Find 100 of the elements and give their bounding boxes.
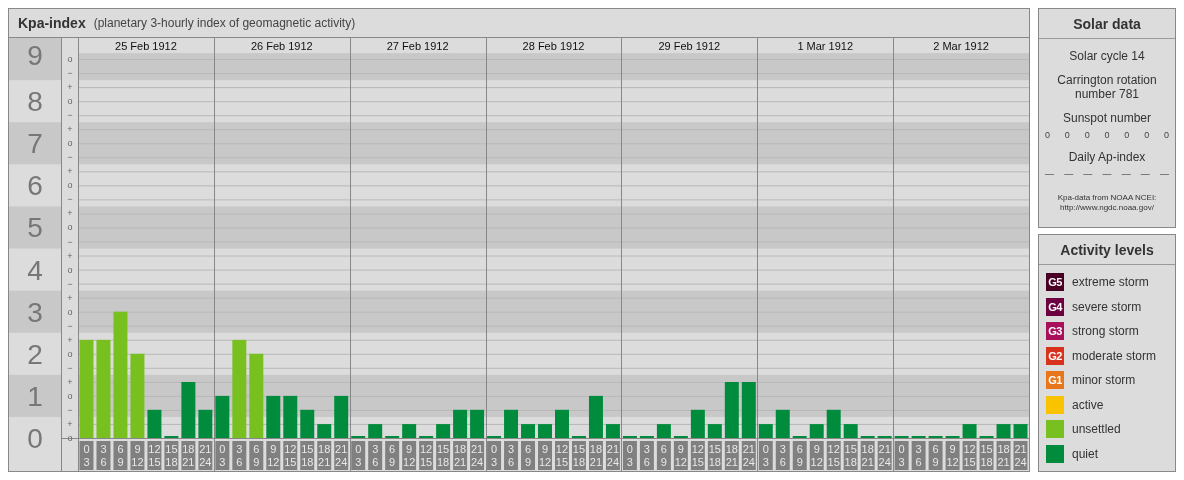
- hour-label: 3 6: [911, 441, 926, 470]
- sublevel-mark: +: [67, 82, 73, 93]
- sunspot-label: Sunspot number: [1062, 111, 1152, 125]
- hour-label: 9 12: [538, 441, 552, 470]
- ap-value: —: [1083, 169, 1093, 179]
- hour-label: 18 21: [453, 441, 468, 470]
- panel-title: Activity levels: [1039, 235, 1175, 265]
- x-tick-label: 3 6: [236, 443, 243, 468]
- panel-title: Solar data: [1039, 9, 1175, 39]
- level-band: [9, 38, 61, 81]
- ap-value: —: [1064, 169, 1074, 179]
- sunspot-value: 0: [1163, 130, 1169, 140]
- level-label: 1: [27, 380, 43, 412]
- ap-value: —: [1121, 169, 1131, 179]
- ap-value: —: [1159, 169, 1169, 179]
- sublevel-mark: o: [67, 222, 73, 233]
- hour-label: 6 9: [928, 441, 943, 470]
- sunspot-value: 0: [1144, 130, 1150, 140]
- level-label: 6: [27, 170, 43, 202]
- hour-label: 21 24: [470, 441, 485, 470]
- sublevel-mark: −: [67, 194, 73, 205]
- x-tick-label: 0 3: [898, 443, 905, 468]
- sublevel-mark: −: [67, 68, 73, 79]
- hour-label: 0 3: [622, 441, 637, 470]
- x-tick-label: 3 6: [643, 443, 650, 468]
- sublevel-mark: o: [67, 96, 73, 107]
- hour-label: 6 9: [385, 441, 400, 470]
- level-label: 7: [27, 128, 43, 160]
- date-label: 1 Mar 1912: [797, 40, 854, 52]
- hour-label: 15 18: [707, 441, 722, 470]
- x-tick-label: 6 9: [117, 443, 124, 468]
- level-label: 9: [27, 40, 43, 72]
- level-band: [9, 290, 61, 333]
- level-badge: G1: [1046, 371, 1064, 390]
- source-text: Kpa-data from NOAA NCEI:: [1057, 193, 1157, 203]
- x-tick-label: 6 9: [389, 443, 396, 468]
- x-tick-label: 0 3: [83, 443, 90, 468]
- sublevel-mark: −: [67, 362, 73, 373]
- x-tick-label: 0 3: [355, 443, 362, 468]
- chart-title: Kpa-index: [18, 15, 86, 31]
- ap-value: —: [1045, 169, 1054, 179]
- level-band: [9, 374, 61, 417]
- sublevel-mark: −: [67, 236, 73, 247]
- hour-label: 15 18: [572, 441, 586, 470]
- hour-label: 3 6: [504, 441, 519, 470]
- sunspot-value: 0: [1045, 130, 1050, 140]
- carrington-text: Carrington rotation number 781: [1056, 73, 1158, 101]
- hour-label: 21 24: [1013, 441, 1028, 470]
- legend-label: unsettled: [1072, 422, 1121, 437]
- sublevel-mark: o: [67, 264, 73, 275]
- hour-label: 9 12: [402, 441, 417, 470]
- date-label: 27 Feb 1912: [386, 40, 449, 52]
- hour-label: 21 24: [741, 441, 756, 470]
- sublevel-mark: +: [67, 334, 73, 345]
- hour-label: 12 15: [555, 441, 569, 470]
- legend-label: strong storm: [1072, 324, 1139, 339]
- hour-label: 9 12: [809, 441, 824, 470]
- sublevel-mark: −: [67, 152, 73, 163]
- ap-value: —: [1140, 169, 1150, 179]
- x-tick-label: 0 3: [762, 443, 769, 468]
- date-label: 26 Feb 1912: [250, 40, 313, 52]
- level-badge: G5: [1046, 273, 1064, 292]
- x-tick-label: 0 3: [219, 443, 226, 468]
- legend-label: severe storm: [1072, 299, 1142, 314]
- date-label: 28 Feb 1912: [522, 40, 585, 52]
- x-tick-label: 6 9: [660, 443, 667, 468]
- sublevel-mark: +: [67, 208, 73, 219]
- legend-label: moderate storm: [1072, 348, 1157, 363]
- sublevel-mark: +: [67, 418, 73, 429]
- hour-label: 15 18: [979, 441, 994, 470]
- hour-label: 21 24: [877, 441, 892, 470]
- hour-label: 12 15: [826, 441, 841, 470]
- level-label: 4: [27, 254, 43, 286]
- hour-label: 6 9: [113, 441, 128, 470]
- ap-value: —: [1102, 169, 1112, 179]
- hour-label: 3 6: [368, 441, 383, 470]
- hour-label: 15 18: [843, 441, 858, 470]
- hour-label: 6 9: [521, 441, 535, 470]
- level-badge: G4: [1046, 297, 1064, 316]
- x-tick-label: 0 3: [626, 443, 633, 468]
- sublevel-mark: o: [67, 54, 73, 65]
- sublevel-mark: +: [67, 376, 73, 387]
- hour-label: 21 24: [334, 441, 349, 470]
- sublevel-mark: o: [67, 306, 73, 317]
- hour-label: 6 9: [792, 441, 807, 470]
- sunspot-value: 0: [1124, 130, 1130, 140]
- hour-label: 15 18: [436, 441, 451, 470]
- hour-label: 3 6: [775, 441, 790, 470]
- hour-label: 12 15: [283, 441, 298, 470]
- sublevel-mark: o: [67, 433, 73, 443]
- hour-label: 6 9: [656, 441, 671, 470]
- hour-label: 3 6: [639, 441, 654, 470]
- source-url: http://www.ngdc.noaa.gov/: [1059, 203, 1155, 213]
- hour-label: 18 21: [996, 441, 1011, 470]
- sublevel-mark: o: [67, 390, 73, 401]
- level-badge: G2: [1046, 346, 1064, 365]
- hour-label: 15 18: [164, 441, 179, 470]
- hour-label: 0 3: [487, 441, 502, 470]
- sublevel-mark: +: [67, 250, 73, 261]
- level-band: [9, 122, 61, 165]
